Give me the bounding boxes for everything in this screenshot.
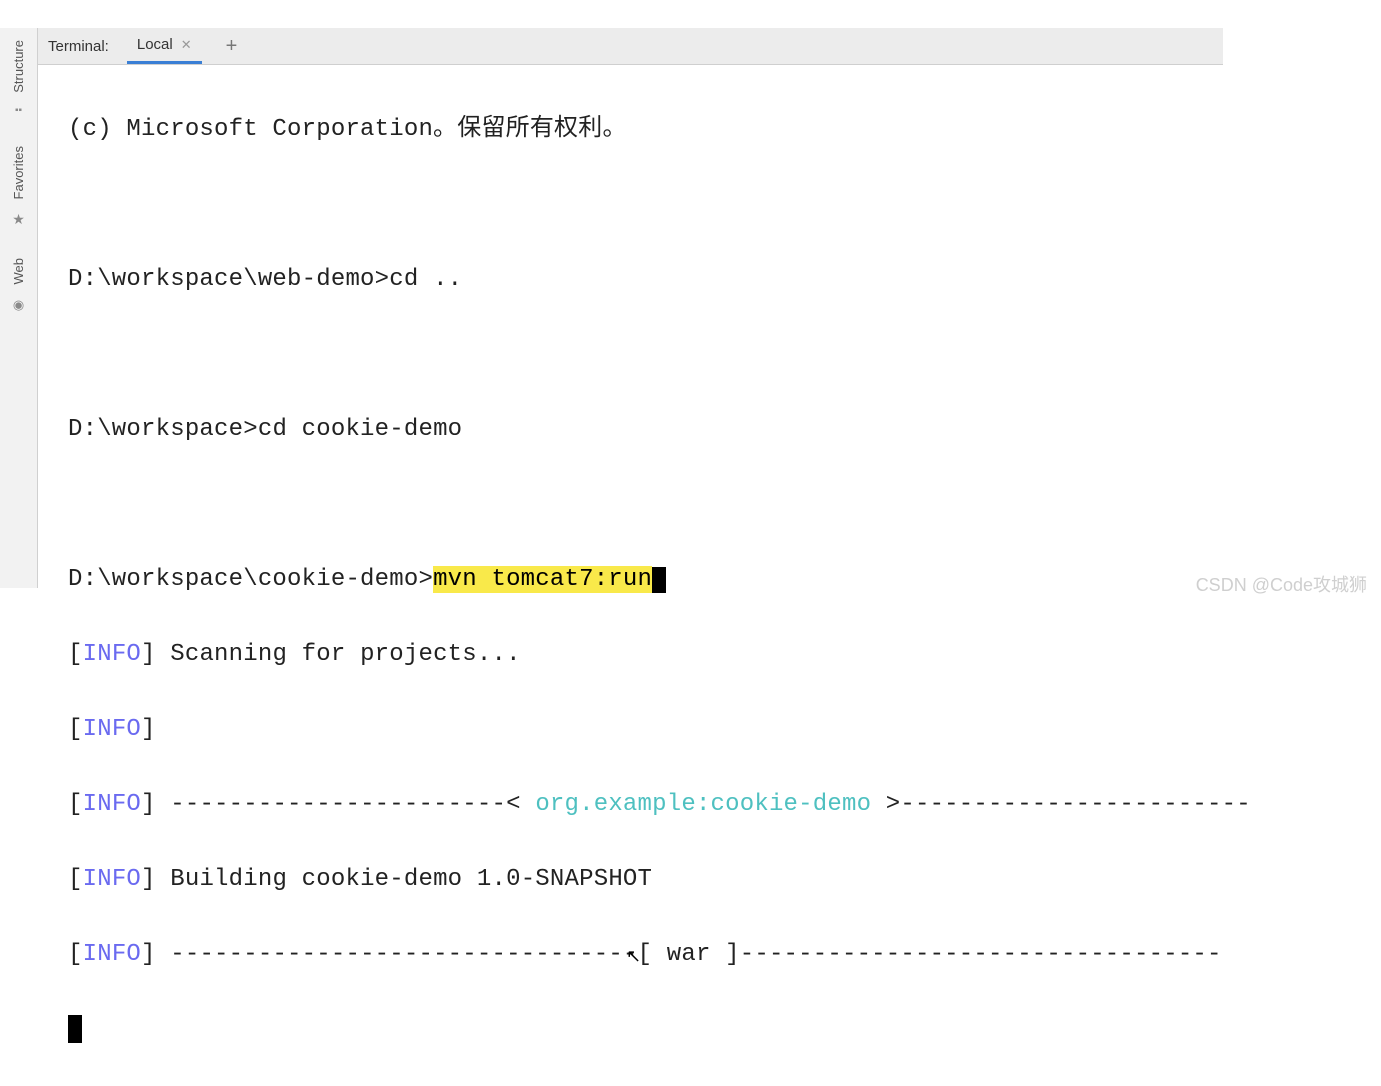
info-tag: INFO <box>83 716 141 743</box>
info-tag: INFO <box>83 866 141 893</box>
terminal-panel-label: Terminal: <box>48 38 109 55</box>
prompt-path: D:\workspace> <box>68 416 258 443</box>
console-line: [INFO] -----------------------< org.exam… <box>68 786 1381 824</box>
log-text: Scanning for projects... <box>156 641 521 668</box>
bracket: ] <box>141 941 156 968</box>
terminal-tab-bar: Terminal: Local ✕ + <box>38 28 1223 65</box>
dashes: -----------------------< <box>156 791 536 818</box>
bracket: [ <box>68 866 83 893</box>
add-tab-button[interactable]: + <box>220 35 244 58</box>
bracket: [ <box>68 941 83 968</box>
console-line: D:\workspace\web-demo>cd .. <box>68 261 1381 299</box>
packaging-label: war <box>667 941 711 968</box>
sidebar-label-favorites: Favorites <box>11 146 26 199</box>
sidebar-item-structure[interactable]: Structure <box>11 30 26 103</box>
console-line-blank <box>68 186 1381 224</box>
sidebar: Structure ▪▪ Favorites ★ Web ◉ <box>0 28 38 588</box>
plus-icon: + <box>226 35 238 57</box>
command-highlighted: mvn tomcat7:run <box>433 566 652 593</box>
sidebar-label-structure: Structure <box>11 40 26 93</box>
console-line <box>68 1011 1381 1049</box>
bracket: ] <box>141 716 156 743</box>
info-tag: INFO <box>83 641 141 668</box>
sidebar-item-favorites[interactable]: Favorites <box>11 136 26 209</box>
console-line: [INFO] <box>68 711 1381 749</box>
console-line: [INFO] --------------------------------[… <box>68 936 1381 974</box>
console-line: D:\workspace\cookie-demo>mvn tomcat7:run <box>68 561 1381 599</box>
log-text: Building cookie-demo 1.0-SNAPSHOT <box>156 866 652 893</box>
console-line: [INFO] Building cookie-demo 1.0-SNAPSHOT <box>68 861 1381 899</box>
dashes: >------------------------ <box>871 791 1251 818</box>
dashes: --------------------------------[ <box>156 941 667 968</box>
prompt-path: D:\workspace\cookie-demo> <box>68 566 433 593</box>
copyright-text: (c) Microsoft Corporation。保留所有权利。 <box>68 116 627 143</box>
bracket: [ <box>68 716 83 743</box>
info-tag: INFO <box>83 941 141 968</box>
bracket: [ <box>68 641 83 668</box>
dashes: ]--------------------------------- <box>711 941 1222 968</box>
bracket: ] <box>141 641 156 668</box>
tab-label: Local <box>137 36 173 53</box>
command-text: cd cookie-demo <box>258 416 462 443</box>
star-icon: ★ <box>12 211 25 228</box>
cursor-icon <box>652 567 666 593</box>
terminal-output[interactable]: (c) Microsoft Corporation。保留所有权利。 D:\wor… <box>38 65 1381 569</box>
artifact-id: org.example:cookie-demo <box>535 791 871 818</box>
console-line-blank <box>68 336 1381 374</box>
structure-icon: ▪▪ <box>15 105 22 116</box>
info-tag: INFO <box>83 791 141 818</box>
tab-local[interactable]: Local ✕ <box>127 28 202 64</box>
prompt-path: D:\workspace\web-demo> <box>68 266 389 293</box>
cursor-block-icon <box>68 1015 82 1043</box>
bracket: [ <box>68 791 83 818</box>
command-text: cd .. <box>389 266 462 293</box>
bracket: ] <box>141 791 156 818</box>
console-line: (c) Microsoft Corporation。保留所有权利。 <box>68 111 1381 149</box>
console-line: [INFO] Scanning for projects... <box>68 636 1381 674</box>
console-line-blank <box>68 486 1381 524</box>
console-line: D:\workspace>cd cookie-demo <box>68 411 1381 449</box>
close-icon[interactable]: ✕ <box>181 37 192 53</box>
globe-icon: ◉ <box>13 297 24 313</box>
bracket: ] <box>141 866 156 893</box>
sidebar-label-web: Web <box>11 258 26 285</box>
watermark-text: CSDN @Code攻城狮 <box>1196 571 1367 597</box>
sidebar-item-web[interactable]: Web <box>11 248 26 295</box>
